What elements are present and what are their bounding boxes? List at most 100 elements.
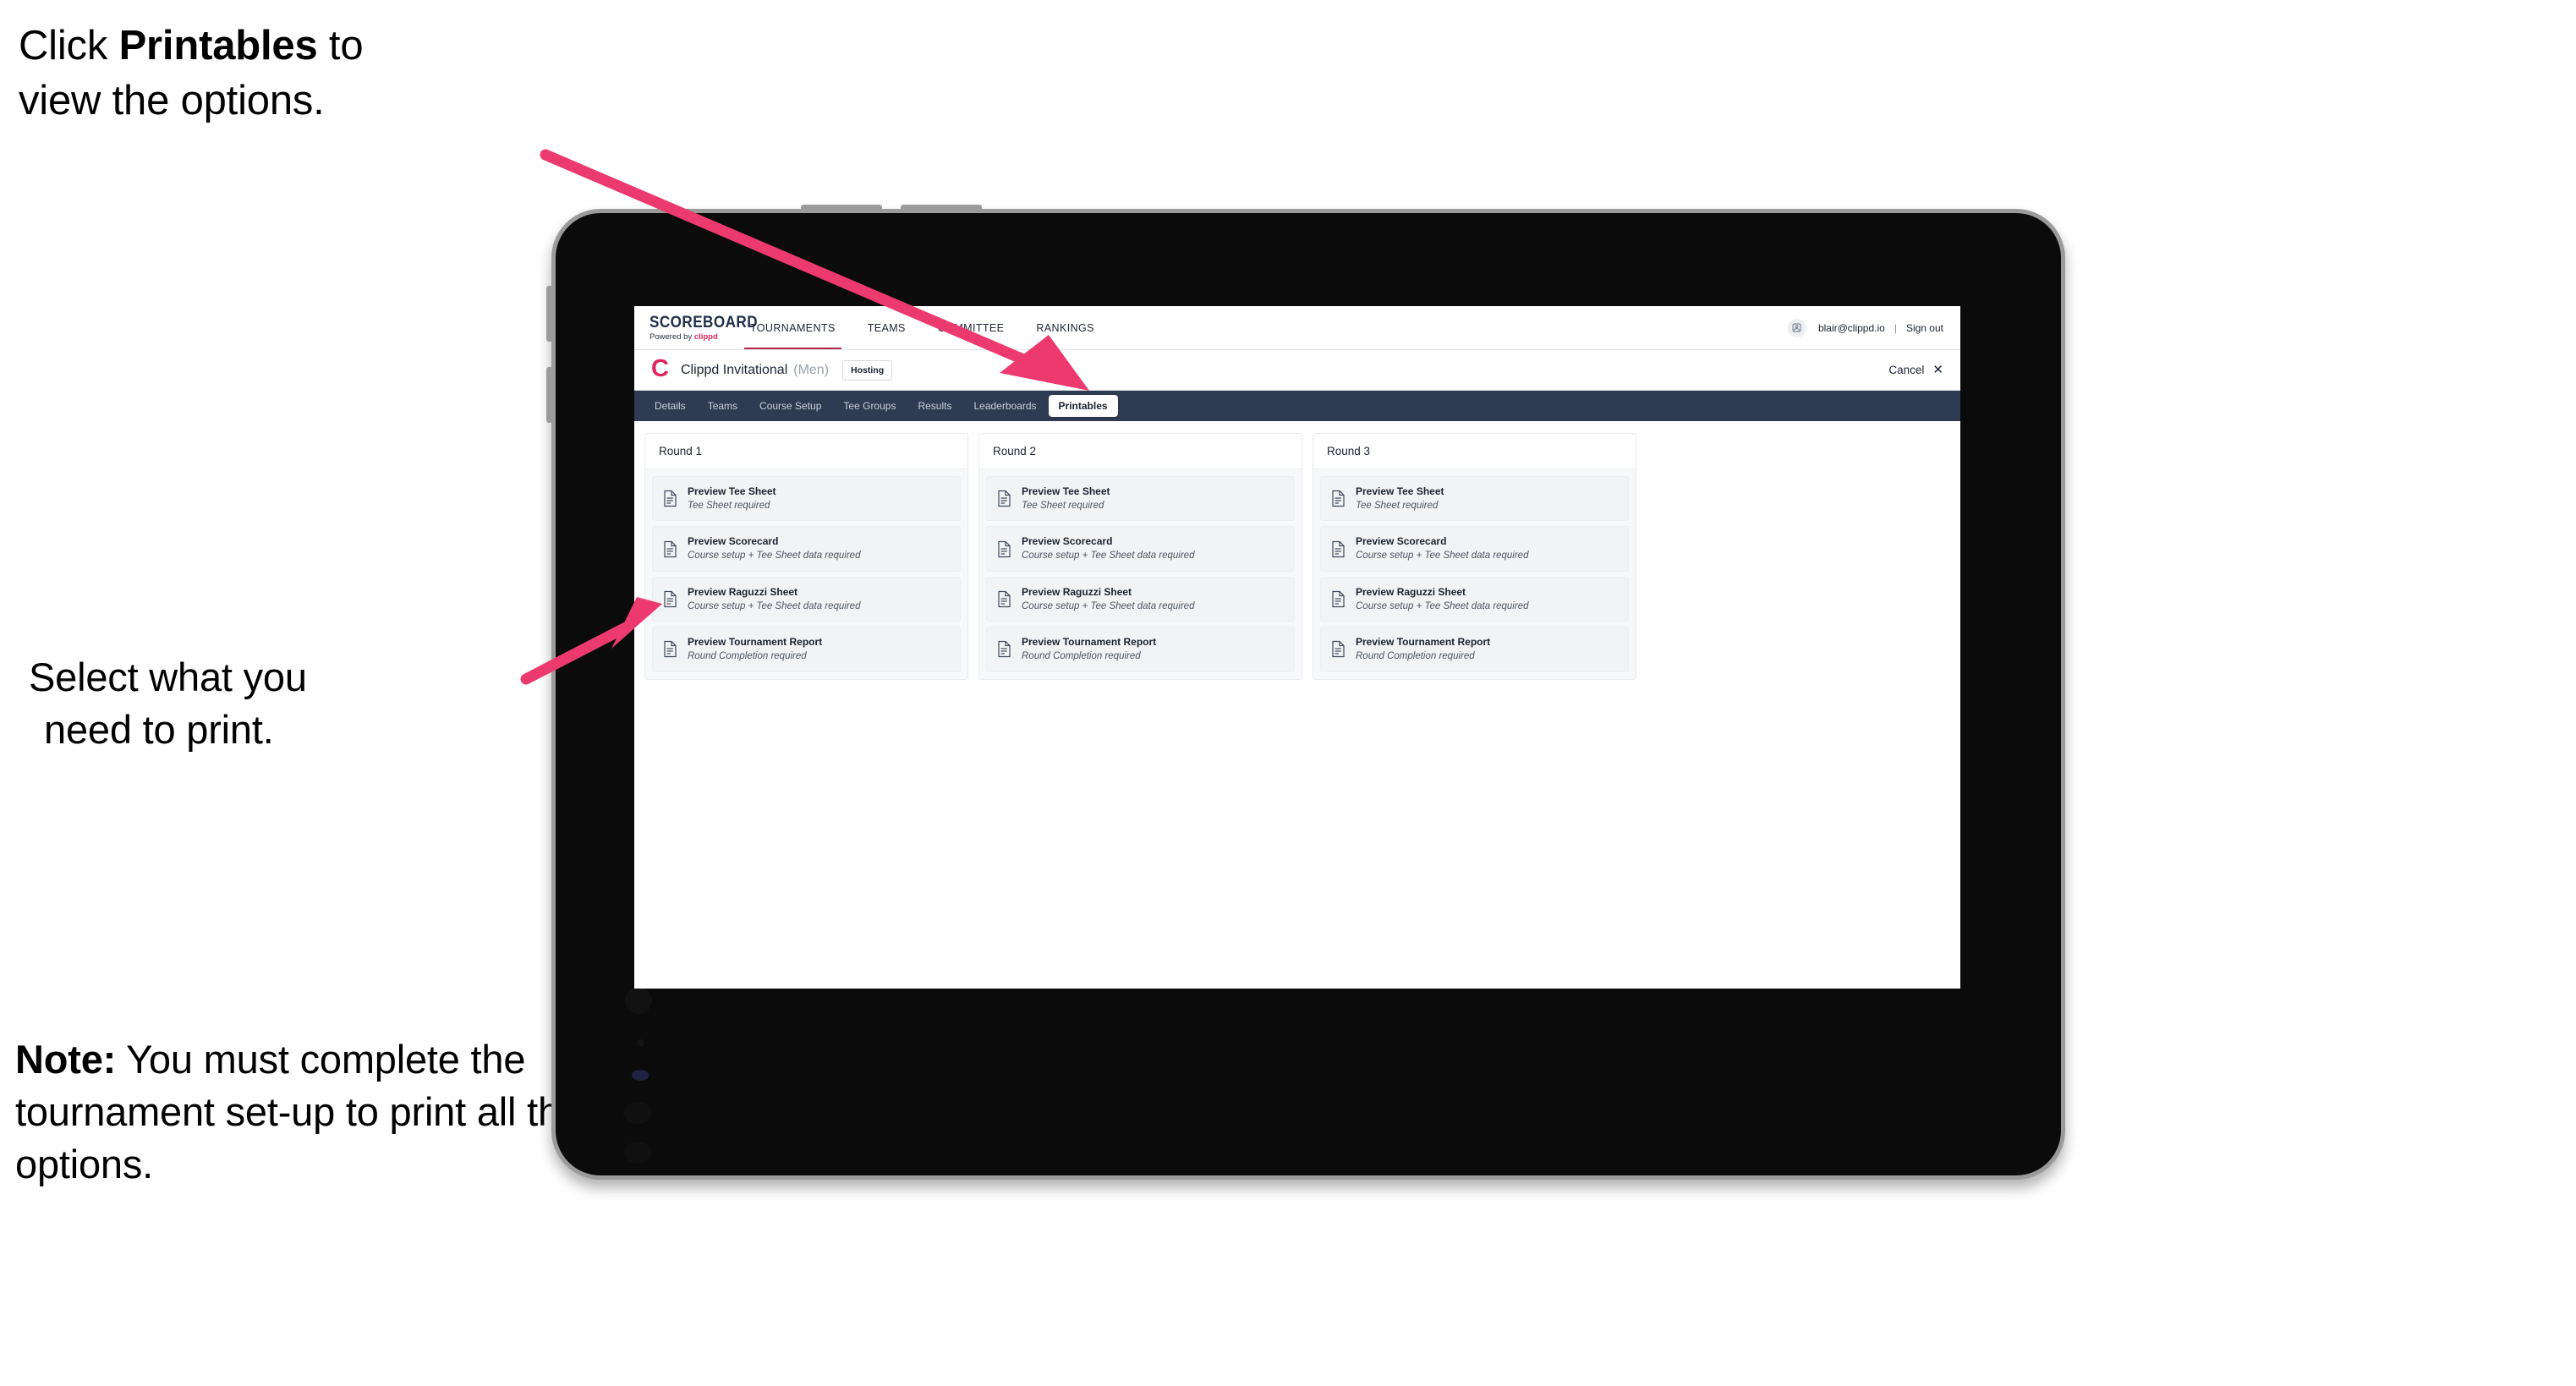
tournament-name: Clippd Invitational xyxy=(680,362,788,377)
tournament-tab-strip: Details Teams Course Setup Tee Groups Re… xyxy=(634,391,1960,421)
annotation-click-printables: Click Printables to view the options. xyxy=(19,19,577,128)
round-1-title: Round 1 xyxy=(645,434,967,469)
annotation-note-bold: Note: xyxy=(15,1037,117,1082)
topnav-spacer xyxy=(1110,306,1788,349)
tab-tee-groups[interactable]: Tee Groups xyxy=(833,395,906,417)
printable-title: Preview Scorecard xyxy=(1022,535,1113,548)
round-2-items: Preview Tee Sheet Tee Sheet required Pre… xyxy=(979,469,1302,679)
sensor-dot-icon xyxy=(637,1039,644,1047)
printable-title: Preview Tee Sheet xyxy=(1356,485,1444,497)
tab-leaderboards-label: Leaderboards xyxy=(973,400,1037,412)
tab-teams-label: Teams xyxy=(707,400,738,412)
annotation-click-line1-post: to xyxy=(317,23,364,68)
printable-title: Preview Tournament Report xyxy=(1022,636,1157,649)
volume-up-button[interactable] xyxy=(801,205,882,211)
volume-down-button[interactable] xyxy=(901,205,982,211)
tab-results-label: Results xyxy=(918,400,952,412)
nav-item-teams[interactable]: TEAMS xyxy=(852,306,922,349)
brand-subtitle: Powered by clippd xyxy=(649,333,734,342)
printable-tee-sheet-r1[interactable]: Preview Tee Sheet Tee Sheet required xyxy=(652,476,961,522)
user-email-label: blair@clippd.io xyxy=(1817,321,1885,334)
tab-teams[interactable]: Teams xyxy=(698,395,748,417)
close-icon: ✕ xyxy=(1932,363,1943,377)
printable-title: Preview Raguzzi Sheet xyxy=(1356,585,1466,598)
nav-item-committee[interactable]: COMMITTEE xyxy=(922,306,1021,349)
printable-tournament-report-r2[interactable]: Preview Tournament Report Round Completi… xyxy=(986,627,1295,672)
printable-requirement: Course setup + Tee Sheet data required xyxy=(688,600,861,611)
nav-item-committee-label: COMMITTEE xyxy=(937,321,1005,334)
tab-details[interactable]: Details xyxy=(644,395,696,417)
tablet-screen: SCOREBOARD Powered by clippd TOURNAMENTS… xyxy=(634,306,1960,989)
printable-raguzzi-sheet-r2[interactable]: Preview Raguzzi Sheet Course setup + Tee… xyxy=(986,576,1295,622)
printable-text: Preview Scorecard Course setup + Tee She… xyxy=(1356,535,1528,562)
printable-title: Preview Tournament Report xyxy=(688,636,823,649)
round-column-3: Round 3 Preview Tee Sheet Tee Sheet requ… xyxy=(1313,433,1636,680)
power-button[interactable] xyxy=(546,286,553,342)
printable-text: Preview Raguzzi Sheet Course setup + Tee… xyxy=(1022,586,1194,612)
printable-scorecard-r1[interactable]: Preview Scorecard Course setup + Tee She… xyxy=(652,526,961,572)
side-button-secondary[interactable] xyxy=(546,367,553,423)
user-avatar-icon[interactable] xyxy=(1787,318,1806,337)
tab-leaderboards[interactable]: Leaderboards xyxy=(963,395,1046,417)
document-icon xyxy=(997,640,1011,658)
tab-printables-label: Printables xyxy=(1058,400,1108,412)
printable-requirement: Round Completion required xyxy=(688,651,807,662)
printable-tee-sheet-r3[interactable]: Preview Tee Sheet Tee Sheet required xyxy=(1320,476,1629,522)
document-icon xyxy=(663,640,677,658)
document-icon xyxy=(663,540,677,558)
printable-text: Preview Raguzzi Sheet Course setup + Tee… xyxy=(688,586,860,612)
printable-text: Preview Scorecard Course setup + Tee She… xyxy=(1022,535,1194,562)
tournament-gender: (Men) xyxy=(793,362,830,377)
printable-text: Preview Tee Sheet Tee Sheet required xyxy=(1356,485,1444,512)
speaker-hole-icon xyxy=(623,1102,652,1124)
printable-title: Preview Raguzzi Sheet xyxy=(1022,585,1132,598)
printable-text: Preview Tournament Report Round Completi… xyxy=(1356,636,1490,662)
brand-logo[interactable]: SCOREBOARD Powered by clippd xyxy=(634,306,759,349)
printable-text: Preview Tee Sheet Tee Sheet required xyxy=(1022,485,1110,512)
tab-results[interactable]: Results xyxy=(907,395,962,417)
printable-tournament-report-r1[interactable]: Preview Tournament Report Round Completi… xyxy=(652,627,961,672)
document-icon xyxy=(663,590,677,608)
round-3-title: Round 3 xyxy=(1313,434,1636,469)
printable-requirement: Round Completion required xyxy=(1356,651,1475,662)
printable-requirement: Course setup + Tee Sheet data required xyxy=(1022,551,1195,562)
tab-course-setup[interactable]: Course Setup xyxy=(749,395,831,417)
printable-requirement: Course setup + Tee Sheet data required xyxy=(688,551,861,562)
brand-powered-name: clippd xyxy=(693,331,718,342)
brand-title: SCOREBOARD xyxy=(649,313,759,331)
printable-tournament-report-r3[interactable]: Preview Tournament Report Round Completi… xyxy=(1320,627,1629,672)
round-1-items: Preview Tee Sheet Tee Sheet required Pre… xyxy=(645,469,967,679)
round-column-2: Round 2 Preview Tee Sheet Tee Sheet requ… xyxy=(978,433,1302,680)
printable-raguzzi-sheet-r1[interactable]: Preview Raguzzi Sheet Course setup + Tee… xyxy=(652,576,961,622)
document-icon xyxy=(1331,490,1346,507)
printable-raguzzi-sheet-r3[interactable]: Preview Raguzzi Sheet Course setup + Tee… xyxy=(1320,576,1629,622)
document-icon xyxy=(1331,540,1346,558)
status-badge: Hosting xyxy=(842,359,893,381)
cancel-button[interactable]: Cancel ✕ xyxy=(1888,364,1943,376)
printable-tee-sheet-r2[interactable]: Preview Tee Sheet Tee Sheet required xyxy=(986,476,1295,522)
tab-printables[interactable]: Printables xyxy=(1048,395,1118,417)
printable-text: Preview Tournament Report Round Completi… xyxy=(1022,636,1156,662)
annotation-select-print: Select what you need to print. xyxy=(29,651,570,756)
printable-requirement: Course setup + Tee Sheet data required xyxy=(1356,600,1529,611)
printable-scorecard-r3[interactable]: Preview Scorecard Course setup + Tee She… xyxy=(1320,526,1629,572)
printable-requirement: Course setup + Tee Sheet data required xyxy=(1022,600,1195,611)
printable-requirement: Tee Sheet required xyxy=(1356,501,1439,511)
printable-text: Preview Scorecard Course setup + Tee She… xyxy=(688,535,860,562)
document-icon xyxy=(1331,640,1346,658)
nav-item-rankings[interactable]: RANKINGS xyxy=(1020,306,1110,349)
topnav-user-area: blair@clippd.io | Sign out xyxy=(1787,306,1960,349)
annotation-click-line1-pre: Click xyxy=(19,23,119,68)
nav-item-rankings-label: RANKINGS xyxy=(1036,321,1094,334)
printable-requirement: Tee Sheet required xyxy=(1022,501,1104,511)
printable-requirement: Course setup + Tee Sheet data required xyxy=(1356,551,1529,562)
speaker-hole-icon-2 xyxy=(623,1142,652,1164)
tab-tee-groups-label: Tee Groups xyxy=(843,400,896,412)
annotation-select-line1: Select what you xyxy=(29,655,307,699)
printable-requirement: Round Completion required xyxy=(1022,651,1141,662)
nav-item-tournaments[interactable]: TOURNAMENTS xyxy=(734,306,852,349)
sign-out-link[interactable]: Sign out xyxy=(1906,322,1943,334)
printable-scorecard-r2[interactable]: Preview Scorecard Course setup + Tee She… xyxy=(986,526,1295,572)
camera-lens-icon xyxy=(625,987,652,1014)
printable-title: Preview Scorecard xyxy=(688,535,779,548)
